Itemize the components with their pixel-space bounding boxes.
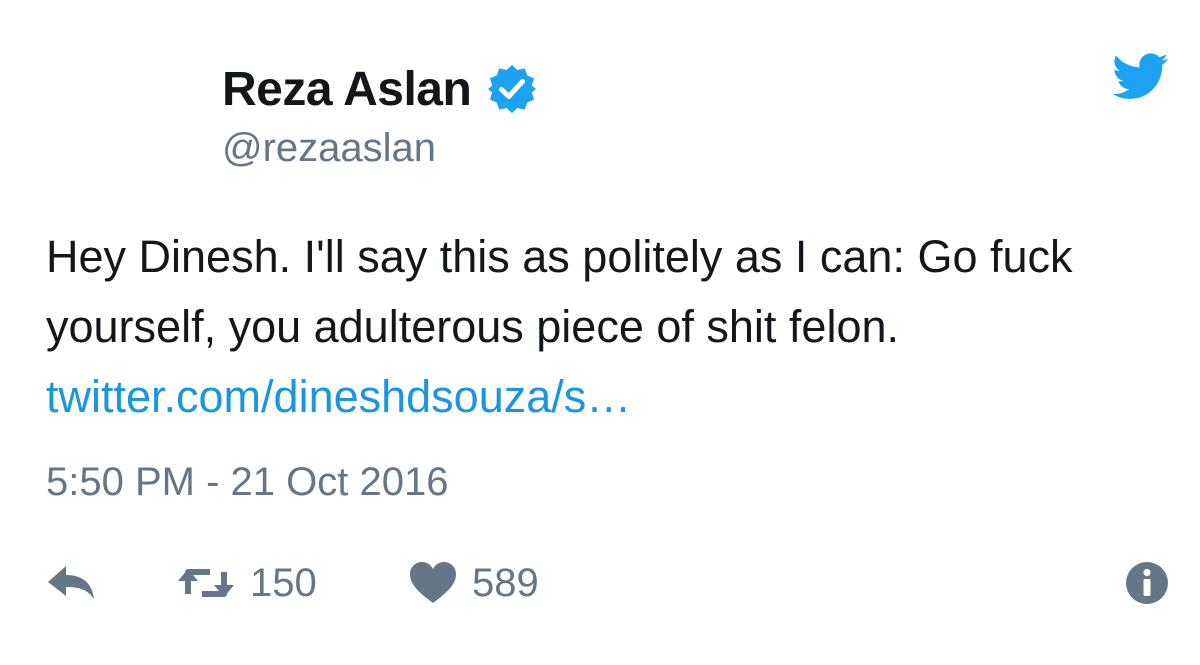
retweet-icon (176, 563, 236, 603)
reply-button[interactable] (46, 555, 98, 611)
retweet-button[interactable]: 150 (176, 555, 317, 611)
display-name[interactable]: Reza Aslan (222, 62, 472, 117)
tweet-timestamp[interactable]: 5:50 PM - 21 Oct 2016 (46, 460, 448, 505)
heart-icon (408, 561, 458, 605)
name-row: Reza Aslan (222, 58, 539, 120)
reply-icon (46, 563, 98, 603)
like-button[interactable]: 589 (408, 555, 539, 611)
tweet-actions: 150 589 (46, 555, 1176, 615)
info-icon (1124, 560, 1170, 606)
tweet-link[interactable]: twitter.com/dineshdsouza/s… (46, 371, 631, 422)
verified-badge-icon (485, 62, 539, 116)
twitter-bird-icon[interactable] (1110, 48, 1172, 104)
user-handle[interactable]: @rezaaslan (222, 126, 539, 171)
tweet-header: Reza Aslan @rezaaslan (222, 58, 539, 171)
tweet-text: Hey Dinesh. I'll say this as politely as… (46, 222, 1176, 432)
tweet-body: Hey Dinesh. I'll say this as politely as… (46, 231, 1073, 352)
tweet-card: Reza Aslan @rezaaslan Hey Dinesh. I'll s… (0, 0, 1200, 665)
retweet-count: 150 (250, 560, 317, 605)
info-button[interactable] (1124, 555, 1170, 611)
like-count: 589 (472, 560, 539, 605)
